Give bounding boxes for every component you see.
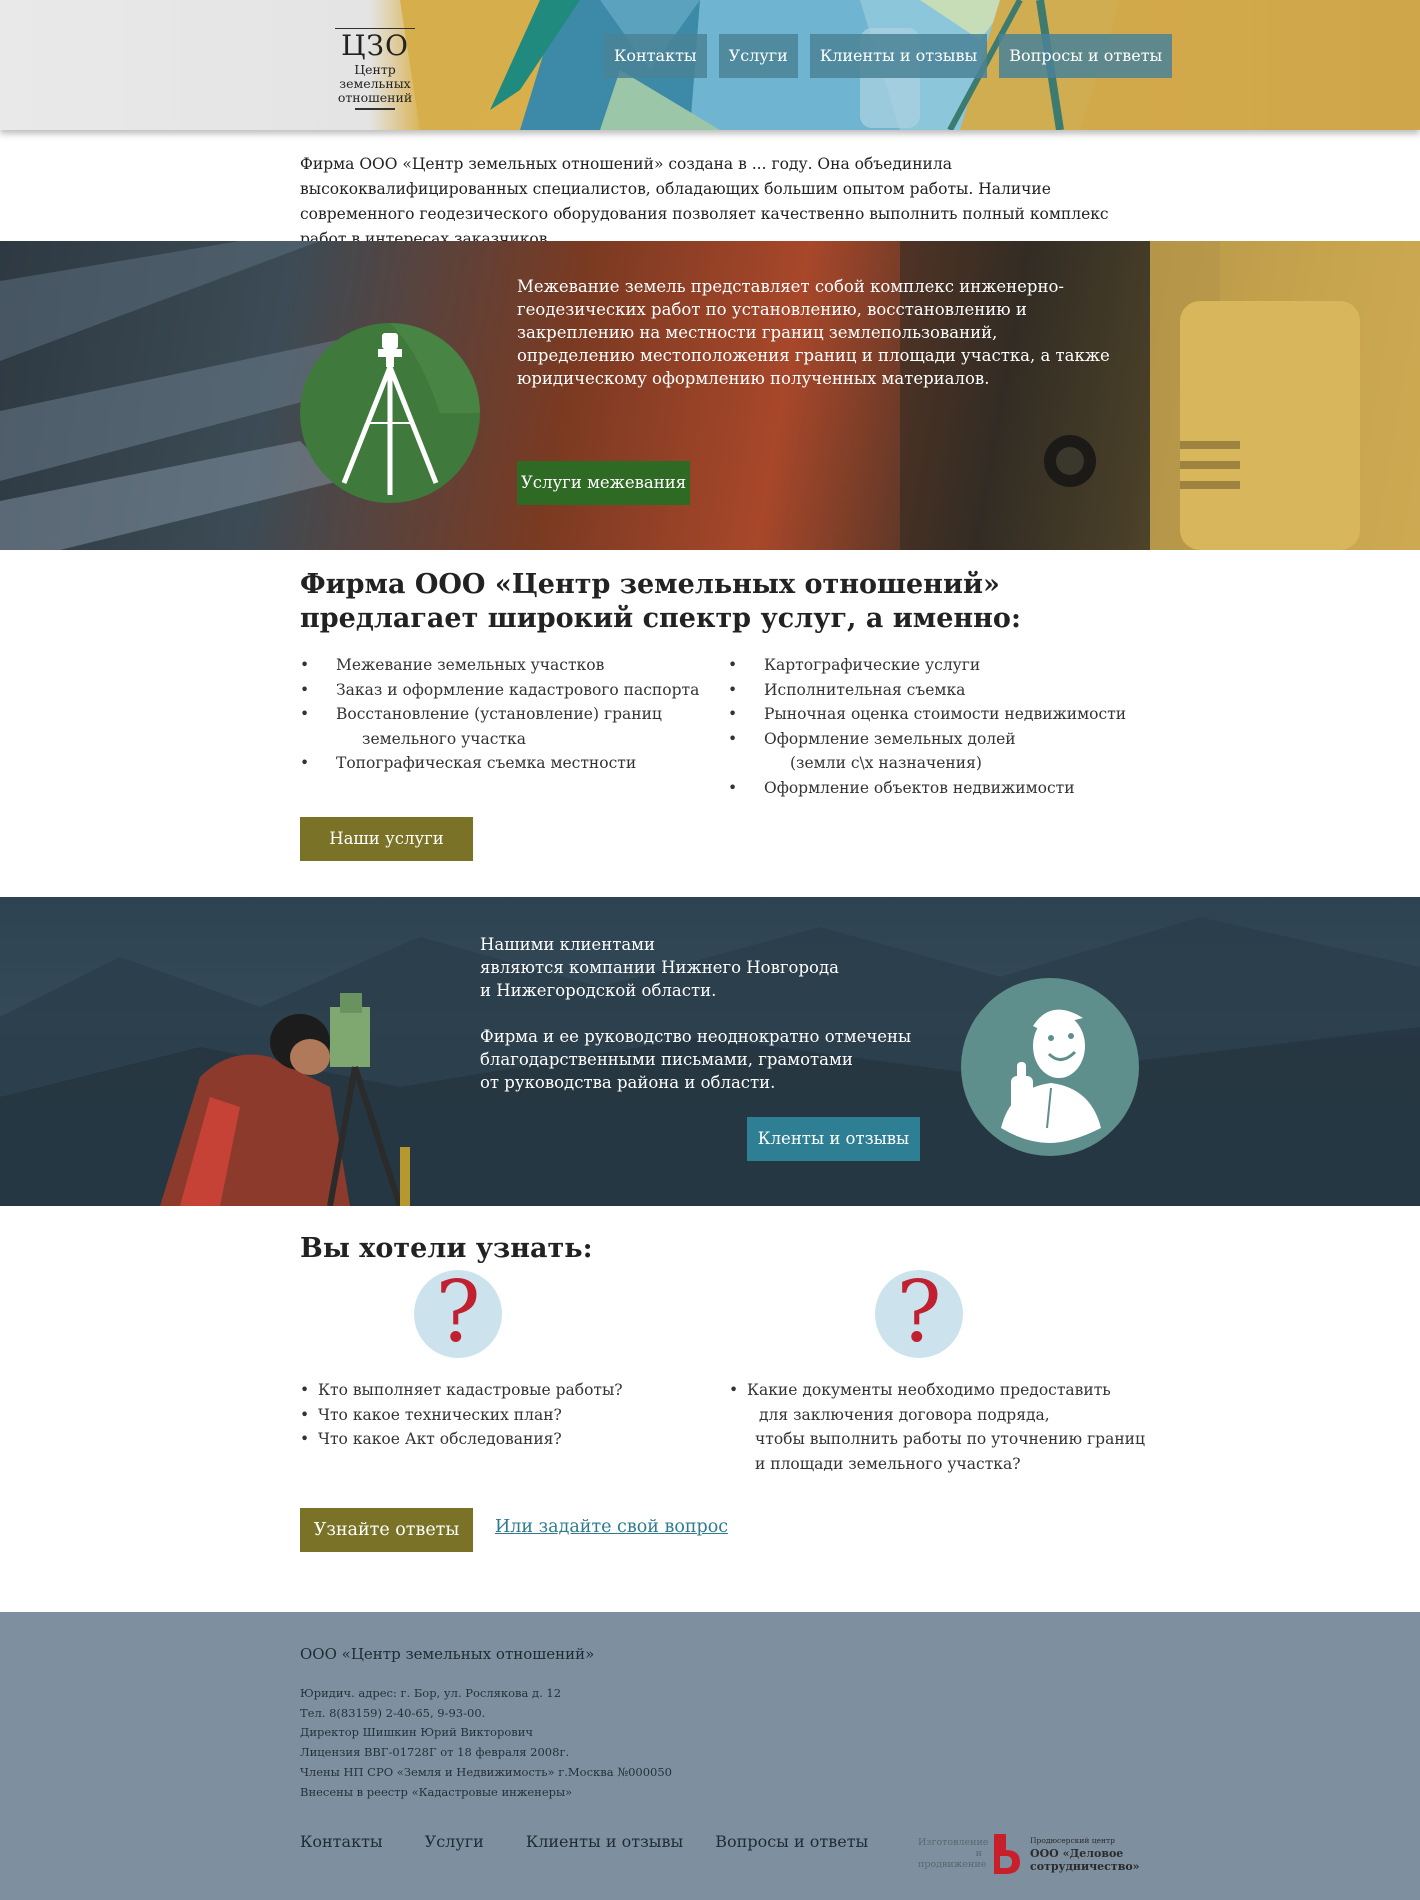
service-label: Рыночная оценка стоимости недвижимости [764,705,1127,724]
site-header: ЦЗО Центр земельных отношений Контакты У… [0,0,1420,130]
list-item: Заказ и оформление кадастрового паспорта [300,678,700,703]
ask-question-link[interactable]: Или задайте свой вопрос [495,1515,728,1539]
clients-line: от руководства района и области. [480,1073,776,1092]
faq-question-cont: для заключения договора подряда, [759,1405,1050,1424]
faq-list-right: Какие документы необходимо предоставить … [729,1378,1149,1476]
services-list-right: Картографические услуги Исполнительная с… [728,653,1148,801]
footer-nav-clients[interactable]: Клиенты и отзывы [526,1830,683,1854]
service-label: Картографические услуги [764,656,981,674]
footer-detail-line: Внесены в реестр «Кадастровые инженеры» [300,1784,573,1799]
list-item[interactable]: Что какое Акт обследования? [300,1427,700,1452]
clients-reviews-button[interactable]: Кленты и отзывы [747,1117,920,1161]
services-title: Фирма ООО «Центр земельных отношений» пр… [300,569,1021,634]
logo-line-2: земельных [339,76,411,91]
service-label-cont: земельного участка [362,729,526,748]
credit-made-line-1: Изготовление [918,1837,989,1848]
list-item: Картографические услуги [728,653,1148,678]
service-label: Оформление земельных долей [764,729,1016,748]
survey-description: Межевание земель представляет собой комп… [517,277,1110,388]
main-nav: Контакты Услуги Клиенты и отзывы Вопросы… [604,34,1173,78]
footer-nav-faq[interactable]: Вопросы и ответы [715,1830,868,1854]
service-label: Заказ и оформление кадастрового паспорта [336,680,700,699]
service-label: Межевание земельных участков [336,656,605,674]
list-item: Топографическая съемка местности [300,751,700,776]
developer-logo-icon [994,1834,1020,1874]
clients-line: являются компании Нижнего Новгорода [480,958,839,977]
list-item: Исполнительная съемка [728,678,1148,703]
faq-question-cont: чтобы выполнить работы по уточнению гран… [755,1430,1145,1449]
service-label: Топографическая съемка местности [336,754,637,773]
our-services-button[interactable]: Наши услуги [300,817,473,861]
logo-line-3: отношений [337,90,413,105]
question-mark-glyph: ? [896,1270,942,1358]
service-label: Восстановление (установление) границ [336,705,662,724]
credit-made-line-2: и продвижение [918,1848,987,1870]
service-label-cont: (земли с\х назначения) [790,754,982,773]
service-label: Оформление объектов недвижимости [764,778,1075,797]
footer-detail-line: Тел. 8(83159) 2-40-65, 9-93-00. [300,1705,486,1720]
footer-detail-line: Юридич. адрес: г. Бор, ул. Рослякова д. … [300,1686,562,1700]
tripod-icon [341,323,480,495]
clients-text: Нашими клиентами являются компании Нижне… [480,933,920,1094]
intro-text: Фирма ООО «Центр земельных отношений» со… [300,155,1109,248]
footer-detail-line: Члены НП СРО «Земля и Недвижимость» г.Мо… [300,1764,672,1779]
logo-line-1: Центр [354,62,396,77]
faq-question: Что какое Акт обследования? [318,1430,562,1449]
faq-question-cont: и площади земельного участка? [755,1454,1021,1473]
nav-services[interactable]: Услуги [718,34,798,78]
faq-list-left: Кто выполняет кадастровые работы? Что ка… [300,1378,700,1452]
developer-credit[interactable]: Изготовление и продвижение Продюсерский … [918,1832,1140,1880]
footer-detail-line: Директор Шишкин Юрий Викторович [300,1725,534,1740]
logo-flourish [355,108,395,111]
thumbs-up-circle [961,978,1139,1156]
faq-question: Кто выполняет кадастровые работы? [318,1381,623,1399]
list-item: Рыночная оценка стоимости недвижимости [728,702,1148,727]
faq-question: Что какое технических план? [318,1405,562,1424]
question-icon: ? [414,1270,502,1358]
faq-title: Вы хотели узнать: [300,1233,593,1264]
question-icon: ? [875,1270,963,1358]
survey-services-button[interactable]: Услуги межевания [517,461,690,505]
logo-abbr: ЦЗО [335,28,415,63]
footer-nav-contacts[interactable]: Контакты [300,1830,383,1854]
list-item: Межевание земельных участков [300,653,700,678]
nav-clients[interactable]: Клиенты и отзывы [809,34,988,78]
footer-nav-services[interactable]: Услуги [425,1830,484,1854]
footer-company-name: ООО «Центр земельных отношений» [300,1645,595,1663]
clients-line: Фирма и ее руководство неоднократно отме… [480,1027,912,1046]
footer-details: Юридич. адрес: г. Бор, ул. Рослякова д. … [300,1684,672,1802]
service-label: Исполнительная съемка [764,680,966,699]
credit-firm-name: ООО «Деловое сотрудничество» [1030,1847,1140,1873]
list-item: Оформление земельных долей (земли с\х наз… [728,727,1148,776]
list-item[interactable]: Какие документы необходимо предоставить … [729,1378,1149,1476]
question-mark-glyph: ? [435,1270,481,1358]
clients-paragraph-2: Фирма и ее руководство неоднократно отме… [480,1025,920,1094]
footer-detail-line: Лицензия ВВГ-01728Г от 18 февраля 2008г. [300,1745,570,1760]
nav-faq[interactable]: Вопросы и ответы [999,34,1173,78]
nav-contacts[interactable]: Контакты [604,34,707,78]
services-list-left: Межевание земельных участков Заказ и офо… [300,653,700,776]
thumbs-up-man-icon [1001,1009,1101,1143]
get-answers-button[interactable]: Узнайте ответы [300,1508,473,1552]
clients-line: Нашими клиентами [480,935,655,954]
list-item: Оформление объектов недвижимости [728,776,1148,801]
tripod-circle [300,323,480,503]
clients-line: благодарственными письмами, грамотами [480,1050,853,1069]
clients-paragraph-1: Нашими клиентами являются компании Нижне… [480,933,920,1002]
faq-question: Какие документы необходимо предоставить [747,1381,1111,1399]
clients-line: и Нижегородской области. [480,981,717,1000]
credit-producer-label: Продюсерский центр [1030,1836,1115,1845]
credit-made-by: Изготовление и продвижение [918,1837,988,1870]
list-item[interactable]: Кто выполняет кадастровые работы? [300,1378,700,1403]
site-logo[interactable]: ЦЗО Центр земельных отношений [335,28,415,111]
footer-nav: Контакты Услуги Клиенты и отзывы Вопросы… [300,1830,910,1854]
list-item[interactable]: Что какое технических план? [300,1403,700,1428]
list-item: Восстановление (установление) границ земе… [300,702,700,751]
site-footer [0,1612,1420,1900]
